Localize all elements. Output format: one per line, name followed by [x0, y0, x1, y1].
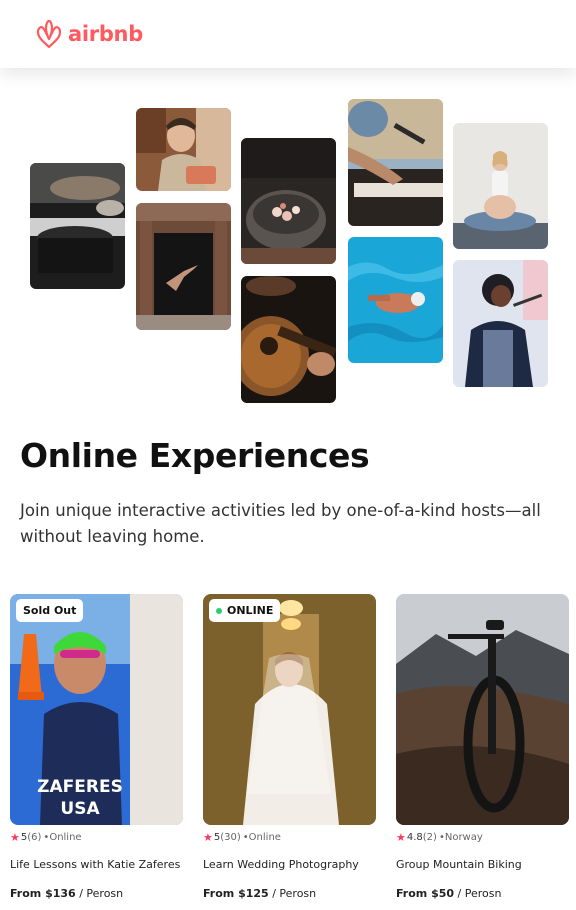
price-unit: / Perosn — [272, 887, 317, 900]
site-header: airbnb — [0, 0, 576, 68]
price-unit: / Perosn — [457, 887, 502, 900]
badge-label: Sold Out — [23, 604, 77, 617]
singer-photo — [453, 260, 548, 387]
card-meta: ★ 5 (6) •Online — [10, 831, 183, 844]
card-price: From $125 / Perosn — [203, 887, 376, 900]
card-location: •Online — [242, 832, 281, 843]
experience-image[interactable]: ONLINE — [203, 594, 376, 825]
card-price: From $136 / Perosn — [10, 887, 183, 900]
potter-photo — [136, 108, 231, 191]
airbnb-logo[interactable]: airbnb — [34, 18, 143, 50]
swimsuit-text: USA — [60, 799, 100, 819]
music-keyboard-photo — [348, 99, 443, 226]
experience-card[interactable]: ZAFERES USA Sold Out ★ 5 (6) •Online Lif… — [10, 594, 183, 900]
experience-card[interactable]: ★ 4.8 (2) •Norway Group Mountain Biking … — [396, 594, 569, 900]
price-value: From $136 — [10, 887, 76, 900]
review-count: (2) — [422, 832, 437, 843]
cooking-photo — [30, 163, 125, 289]
experience-image[interactable] — [396, 594, 569, 825]
page-title: Online Experiences — [20, 436, 370, 475]
review-count: (30) — [220, 832, 241, 843]
card-location: •Norway — [438, 832, 483, 843]
dancer-photo — [136, 203, 231, 330]
price-value: From $50 — [396, 887, 455, 900]
price-value: From $125 — [203, 887, 269, 900]
food-bowl-photo — [241, 138, 336, 264]
card-title[interactable]: Group Mountain Biking — [396, 858, 569, 871]
swimmer-photo — [348, 237, 443, 363]
rating-value: 4.8 — [406, 832, 423, 843]
status-badge: Sold Out — [16, 599, 84, 622]
star-icon: ★ — [203, 831, 213, 844]
status-badge: ONLINE — [209, 599, 281, 622]
swimsuit-text: ZAFERES — [37, 777, 123, 797]
experience-card[interactable]: ONLINE ★ 5 (30) •Online Learn Wedding Ph… — [203, 594, 376, 900]
star-icon: ★ — [396, 831, 406, 844]
guitar-photo — [241, 276, 336, 403]
badge-label: ONLINE — [227, 604, 274, 617]
airbnb-belo-icon — [36, 19, 62, 49]
yoga-photo — [453, 123, 548, 249]
price-unit: / Perosn — [79, 887, 124, 900]
card-title[interactable]: Life Lessons with Katie Zaferes — [10, 858, 183, 871]
card-price: From $50 / Perosn — [396, 887, 569, 900]
review-count: (6) — [27, 832, 42, 843]
online-dot-icon — [216, 607, 222, 614]
card-location: •Online — [43, 832, 82, 843]
logo-wordmark: airbnb — [68, 22, 143, 46]
experience-image[interactable]: ZAFERES USA Sold Out — [10, 594, 183, 825]
star-icon: ★ — [10, 831, 20, 844]
page-subtitle: Join unique interactive activities led b… — [20, 501, 541, 546]
card-title[interactable]: Learn Wedding Photography — [203, 858, 376, 871]
card-meta: ★ 5 (30) •Online — [203, 831, 376, 844]
card-meta: ★ 4.8 (2) •Norway — [396, 831, 569, 844]
